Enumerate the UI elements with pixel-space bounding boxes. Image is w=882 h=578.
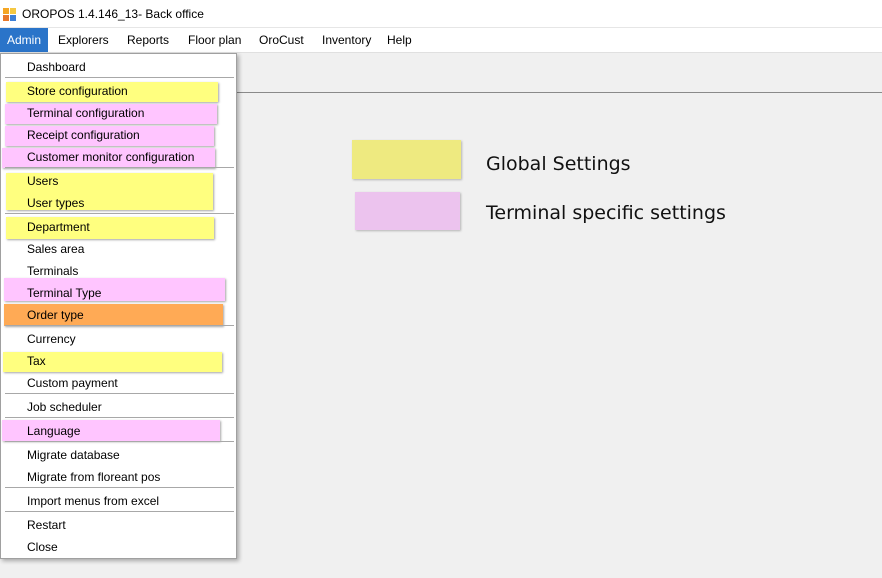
menu-item-terminal-type[interactable]: Terminal Type: [27, 286, 101, 300]
menu-item-custom-payment[interactable]: Custom payment: [27, 376, 118, 390]
menu-help[interactable]: Help: [381, 28, 418, 52]
menu-explorers[interactable]: Explorers: [52, 28, 115, 52]
legend-global-swatch: [352, 140, 461, 179]
menu-item-import-menus-from-excel[interactable]: Import menus from excel: [27, 494, 159, 508]
menu-item-order-type[interactable]: Order type: [27, 308, 84, 322]
legend-terminal-swatch: [355, 192, 460, 230]
menu-separator: [5, 167, 234, 168]
menu-separator: [5, 325, 234, 326]
menu-item-close[interactable]: Close: [27, 540, 58, 554]
menu-item-receipt-configuration[interactable]: Receipt configuration: [27, 128, 140, 142]
menu-item-users[interactable]: Users: [27, 174, 58, 188]
menu-item-store-configuration[interactable]: Store configuration: [27, 84, 128, 98]
menu-item-user-types[interactable]: User types: [27, 196, 84, 210]
menu-reports[interactable]: Reports: [121, 28, 175, 52]
menu-item-sales-area[interactable]: Sales area: [27, 242, 84, 256]
menu-item-job-scheduler[interactable]: Job scheduler: [27, 400, 102, 414]
app-logo-icon: [3, 8, 16, 21]
app-window: OROPOS 1.4.146_13- Back office Admin Exp…: [0, 0, 882, 578]
menu-inventory[interactable]: Inventory: [316, 28, 377, 52]
menu-item-migrate-from-floreant-pos[interactable]: Migrate from floreant pos: [27, 470, 160, 484]
menu-separator: [5, 487, 234, 488]
menu-item-terminals[interactable]: Terminals: [27, 264, 78, 278]
legend-terminal-label: Terminal specific settings: [486, 202, 726, 224]
menu-admin[interactable]: Admin: [0, 28, 48, 52]
menu-item-tax[interactable]: Tax: [27, 354, 46, 368]
menu-separator: [5, 213, 234, 214]
legend-global-label: Global Settings: [486, 153, 631, 175]
menu-item-dashboard[interactable]: Dashboard: [27, 60, 86, 74]
menu-separator: [5, 77, 234, 78]
menu-item-restart[interactable]: Restart: [27, 518, 66, 532]
menu-item-customer-monitor-configuration[interactable]: Customer monitor configuration: [27, 150, 194, 164]
workspace-divider: [236, 92, 882, 93]
menu-separator: [5, 441, 234, 442]
menu-orocust[interactable]: OroCust: [253, 28, 310, 52]
menu-separator: [5, 417, 234, 418]
menu-floor-plan[interactable]: Floor plan: [182, 28, 247, 52]
window-title: OROPOS 1.4.146_13- Back office: [22, 7, 204, 21]
menu-bar: Admin Explorers Reports Floor plan OroCu…: [0, 28, 882, 53]
menu-item-migrate-database[interactable]: Migrate database: [27, 448, 120, 462]
menu-separator: [5, 393, 234, 394]
menu-item-terminal-configuration[interactable]: Terminal configuration: [27, 106, 144, 120]
menu-item-language[interactable]: Language: [27, 424, 80, 438]
menu-separator: [5, 511, 234, 512]
admin-dropdown-menu: Dashboard Store configuration Terminal c…: [0, 53, 237, 559]
menu-item-department[interactable]: Department: [27, 220, 90, 234]
title-bar: OROPOS 1.4.146_13- Back office: [0, 0, 882, 28]
menu-item-currency[interactable]: Currency: [27, 332, 76, 346]
